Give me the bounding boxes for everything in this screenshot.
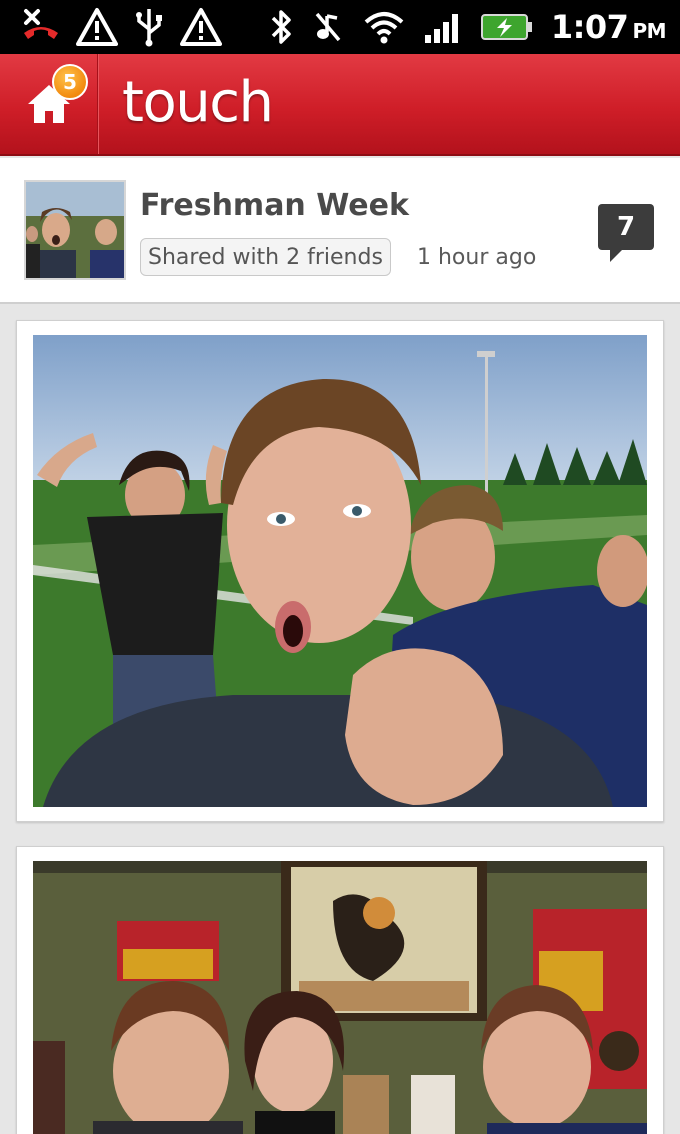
home-button[interactable]: 5 bbox=[0, 54, 98, 154]
missed-call-icon bbox=[20, 7, 62, 47]
album-header[interactable]: Freshman Week Shared with 2 friends 1 ho… bbox=[0, 158, 680, 304]
album-thumbnail[interactable] bbox=[24, 180, 126, 280]
bluetooth-icon bbox=[269, 7, 293, 47]
photo-football-field[interactable] bbox=[33, 335, 647, 807]
status-bar: 1:07 PM bbox=[0, 0, 680, 54]
comment-count: 7 bbox=[616, 212, 636, 242]
battery-charging-icon bbox=[480, 7, 533, 47]
clock: 1:07 PM bbox=[550, 8, 667, 46]
photo-card[interactable] bbox=[16, 320, 664, 822]
album-title: Freshman Week bbox=[140, 188, 409, 223]
wifi-icon bbox=[363, 7, 405, 47]
app-bar: 5 touch bbox=[0, 54, 680, 156]
shared-with-badge[interactable]: Shared with 2 friends bbox=[140, 238, 391, 276]
vibrate-icon bbox=[311, 7, 345, 47]
usb-icon bbox=[132, 7, 166, 47]
warning-icon bbox=[180, 7, 222, 47]
signal-icon bbox=[423, 7, 463, 47]
comment-count-button[interactable]: 7 bbox=[598, 204, 654, 262]
photo-card[interactable] bbox=[16, 846, 664, 1134]
timestamp: 1 hour ago bbox=[417, 245, 537, 270]
warning-icon bbox=[76, 7, 118, 47]
notification-badge[interactable]: 5 bbox=[52, 64, 88, 100]
photo-restaurant[interactable] bbox=[33, 861, 647, 1134]
app-title: touch bbox=[122, 70, 274, 135]
